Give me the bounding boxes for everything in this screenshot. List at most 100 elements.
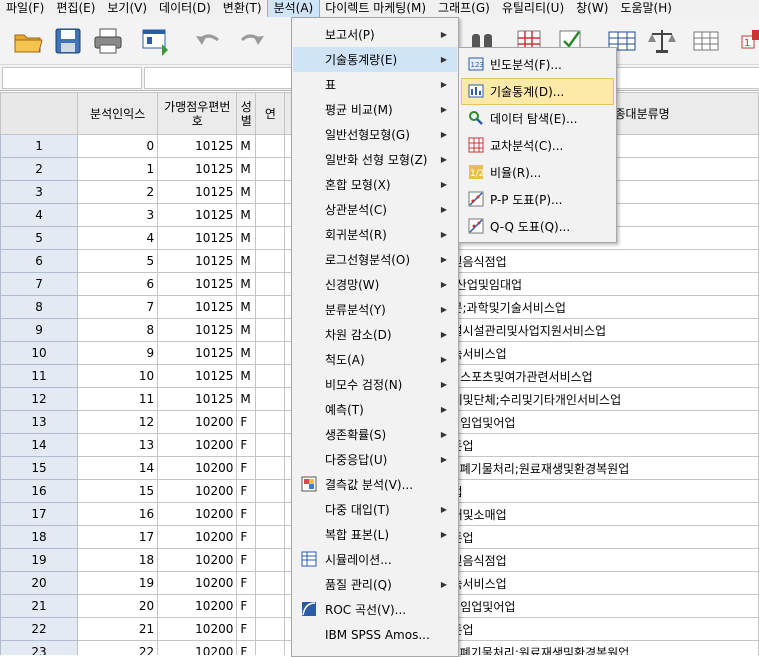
cell-index[interactable]: 17 <box>77 525 159 549</box>
grid-corner[interactable] <box>0 92 79 135</box>
analyze-menu-item-2[interactable]: 표 ▶ <box>293 72 457 97</box>
cell-sex[interactable]: M <box>236 226 257 250</box>
cell-sex[interactable]: F <box>236 456 257 480</box>
column-header-zip[interactable]: 가맹점우편번호 <box>157 92 238 135</box>
analyze-menu-item-18[interactable]: 결측값 분석(V)... <box>293 472 457 497</box>
cell-age[interactable] <box>255 548 286 572</box>
analyze-menu-item-21[interactable]: 시뮬레이션... <box>293 547 457 572</box>
cell-zip[interactable]: 10200 <box>157 525 238 549</box>
row-number[interactable]: 3 <box>0 180 79 204</box>
cell-zip[interactable]: 10125 <box>157 249 238 273</box>
analyze-menu-item-14[interactable]: 비모수 검정(N) ▶ <box>293 372 457 397</box>
descriptive-menu-item-2[interactable]: 데이터 탐색(E)... <box>462 106 613 131</box>
cell-sex[interactable]: F <box>236 479 257 503</box>
cell-index[interactable]: 18 <box>77 548 159 572</box>
cell-zip[interactable]: 10200 <box>157 433 238 457</box>
menubar-item-2[interactable]: 보기(V) <box>101 0 153 17</box>
cell-age[interactable] <box>255 180 286 204</box>
cell-index[interactable]: 15 <box>77 479 159 503</box>
menubar-item-1[interactable]: 편집(E) <box>50 0 101 17</box>
cell-sex[interactable]: F <box>236 525 257 549</box>
cell-sex[interactable]: M <box>236 203 257 227</box>
cell-sex[interactable]: F <box>236 548 257 572</box>
cell-index[interactable]: 0 <box>77 134 159 158</box>
cell-index[interactable]: 6 <box>77 272 159 296</box>
analyze-menu-item-11[interactable]: 분류분석(Y) ▶ <box>293 297 457 322</box>
row-number[interactable]: 10 <box>0 341 79 365</box>
cell-zip[interactable]: 10125 <box>157 272 238 296</box>
save-icon[interactable] <box>52 26 84 56</box>
cell-sex[interactable]: M <box>236 180 257 204</box>
cell-index[interactable]: 9 <box>77 341 159 365</box>
cell-zip[interactable]: 10200 <box>157 640 238 655</box>
cell-age[interactable] <box>255 226 286 250</box>
row-number[interactable]: 2 <box>0 157 79 181</box>
redo-icon[interactable] <box>236 26 268 56</box>
cell-sex[interactable]: F <box>236 502 257 526</box>
cell-index[interactable]: 20 <box>77 594 159 618</box>
menubar-item-9[interactable]: 창(W) <box>570 0 614 17</box>
variable-sets-icon[interactable] <box>690 26 722 56</box>
menubar-item-3[interactable]: 데이터(D) <box>153 0 217 17</box>
cell-sex[interactable]: M <box>236 134 257 158</box>
cell-zip[interactable]: 10125 <box>157 203 238 227</box>
cell-age[interactable] <box>255 640 286 655</box>
cell-index[interactable]: 7 <box>77 295 159 319</box>
row-number[interactable]: 12 <box>0 387 79 411</box>
cell-index[interactable]: 4 <box>77 226 159 250</box>
analyze-menu-item-6[interactable]: 혼합 모형(X) ▶ <box>293 172 457 197</box>
menubar-item-10[interactable]: 도움말(H) <box>614 0 678 17</box>
analyze-menu-item-24[interactable]: IBM SPSS Amos... <box>293 622 457 647</box>
analyze-menu-item-0[interactable]: 보고서(P) ▶ <box>293 22 457 47</box>
row-number[interactable]: 13 <box>0 410 79 434</box>
menubar-item-6[interactable]: 다이렉트 마케팅(M) <box>319 0 432 17</box>
cell-age[interactable] <box>255 571 286 595</box>
cell-age[interactable] <box>255 272 286 296</box>
cell-age[interactable] <box>255 295 286 319</box>
row-number[interactable]: 7 <box>0 272 79 296</box>
cell-age[interactable] <box>255 525 286 549</box>
cell-sex[interactable]: F <box>236 617 257 641</box>
analyze-menu-item-19[interactable]: 다중 대입(T) ▶ <box>293 497 457 522</box>
cell-sex[interactable]: M <box>236 157 257 181</box>
cell-index[interactable]: 16 <box>77 502 159 526</box>
row-number[interactable]: 5 <box>0 226 79 250</box>
cell-zip[interactable]: 10200 <box>157 571 238 595</box>
row-number[interactable]: 11 <box>0 364 79 388</box>
menubar-item-4[interactable]: 변환(T) <box>217 0 268 17</box>
cell-sex[interactable]: F <box>236 594 257 618</box>
row-number[interactable]: 8 <box>0 295 79 319</box>
cell-zip[interactable]: 10200 <box>157 548 238 572</box>
dialog-recall-icon[interactable] <box>140 26 172 56</box>
row-number[interactable]: 17 <box>0 502 79 526</box>
cell-sex[interactable]: F <box>236 410 257 434</box>
menubar-item-5[interactable]: 분석(A) <box>266 0 321 18</box>
cell-zip[interactable]: 10200 <box>157 502 238 526</box>
cell-age[interactable] <box>255 479 286 503</box>
cell-age[interactable] <box>255 594 286 618</box>
analyze-menu-item-23[interactable]: ROC 곡선(V)... <box>293 597 457 622</box>
cell-zip[interactable]: 10200 <box>157 594 238 618</box>
cell-sex[interactable]: M <box>236 318 257 342</box>
cell-index[interactable]: 3 <box>77 203 159 227</box>
weight-cases-icon[interactable] <box>646 26 678 56</box>
analyze-menu-item-10[interactable]: 신경망(W) ▶ <box>293 272 457 297</box>
analyze-menu-item-15[interactable]: 예측(T) ▶ <box>293 397 457 422</box>
row-number[interactable]: 9 <box>0 318 79 342</box>
column-header-index[interactable]: 분석인익스 <box>77 92 159 135</box>
cell-sex[interactable]: M <box>236 272 257 296</box>
cell-index[interactable]: 22 <box>77 640 159 655</box>
descriptive-menu-item-4[interactable]: 1/2 비율(R)... <box>462 160 613 185</box>
cell-age[interactable] <box>255 134 286 158</box>
analyze-menu-item-12[interactable]: 차원 감소(D) ▶ <box>293 322 457 347</box>
cell-age[interactable] <box>255 341 286 365</box>
descriptive-menu-item-3[interactable]: 교차분석(C)... <box>462 133 613 158</box>
row-number[interactable]: 18 <box>0 525 79 549</box>
cell-sex[interactable]: F <box>236 571 257 595</box>
analyze-menu-item-3[interactable]: 평균 비교(M) ▶ <box>293 97 457 122</box>
row-number[interactable]: 20 <box>0 571 79 595</box>
cell-sex[interactable]: F <box>236 433 257 457</box>
cell-sex[interactable]: M <box>236 387 257 411</box>
cell-index[interactable]: 10 <box>77 364 159 388</box>
open-folder-icon[interactable] <box>12 26 44 56</box>
